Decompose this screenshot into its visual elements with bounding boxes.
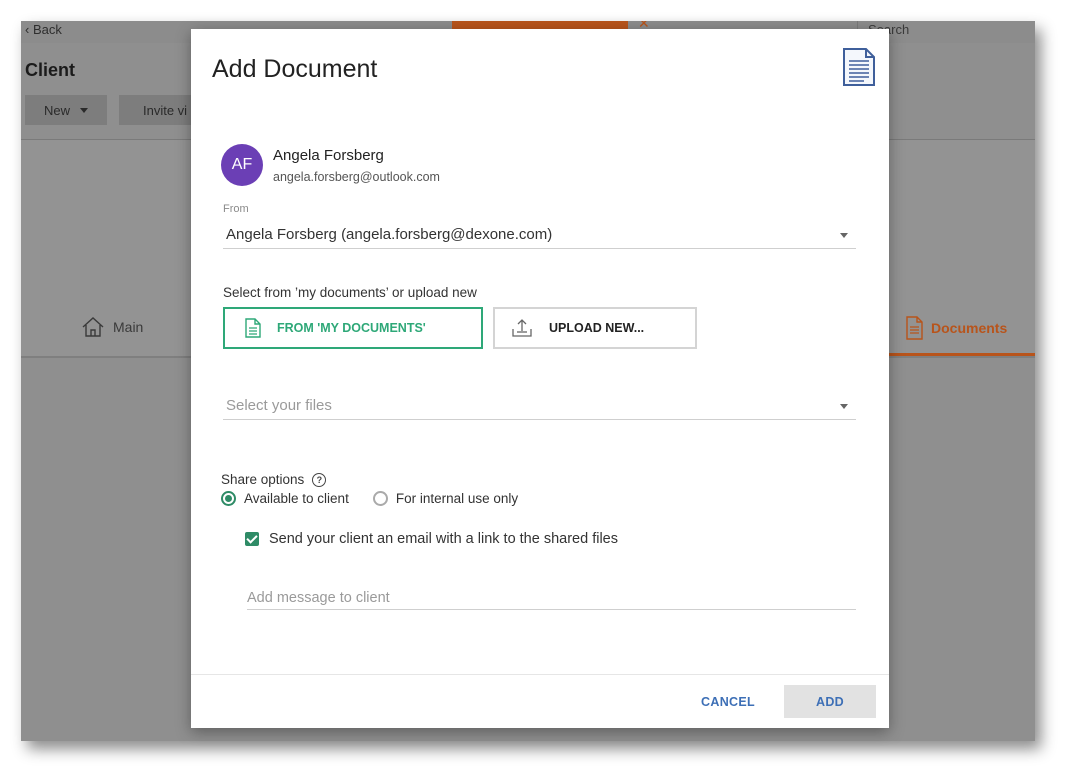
- message-input[interactable]: [247, 586, 856, 610]
- chevron-down-icon: [840, 232, 848, 238]
- tab-documents-label: Documents: [931, 320, 1008, 336]
- footer-divider: [191, 674, 889, 675]
- upload-new-button[interactable]: UPLOAD NEW...: [493, 307, 697, 349]
- share-options-radio-group: Available to client For internal use onl…: [221, 491, 518, 506]
- document-icon: [843, 48, 875, 86]
- add-document-dialog: Add Document AF Angela Forsberg angela.f…: [191, 29, 889, 728]
- from-select[interactable]: Angela Forsberg (angela.forsberg@dexone.…: [223, 221, 856, 249]
- email-checkbox-label[interactable]: Send your client an email with a link to…: [269, 531, 618, 547]
- avatar: AF: [221, 144, 263, 186]
- email-checkbox-row: Send your client an email with a link to…: [245, 531, 618, 547]
- from-label: From: [223, 203, 249, 215]
- radio-available-to-client[interactable]: [221, 491, 236, 506]
- document-icon: [906, 316, 923, 340]
- dialog-title: Add Document: [212, 55, 378, 83]
- tab-main-label: Main: [113, 319, 144, 335]
- new-button-label: New: [43, 102, 70, 118]
- upload-new-label: UPLOAD NEW...: [549, 321, 645, 335]
- email-checkbox[interactable]: [245, 532, 259, 546]
- invite-button-label: Invite vi: [143, 102, 188, 118]
- chevron-down-icon: [840, 403, 848, 409]
- tab-main[interactable]: Main: [81, 316, 143, 338]
- page-title: Client: [25, 60, 76, 80]
- client-email: angela.forsberg@outlook.com: [273, 170, 440, 184]
- radio-internal-use-only[interactable]: [372, 491, 388, 506]
- home-icon: [82, 317, 104, 337]
- from-select-value: Angela Forsberg (angela.forsberg@dexone.…: [226, 226, 553, 243]
- back-link[interactable]: ‹ Back: [25, 22, 62, 37]
- new-button[interactable]: New: [25, 95, 107, 125]
- chevron-down-icon: [80, 107, 88, 113]
- help-icon[interactable]: ?: [312, 472, 327, 487]
- tab-documents[interactable]: Documents: [887, 316, 1035, 340]
- cancel-button[interactable]: CANCEL: [688, 686, 768, 718]
- file-icon: [245, 318, 261, 338]
- radio-available-to-client-label[interactable]: Available to client: [244, 491, 349, 506]
- source-label: Select from ’my documents’ or upload new: [223, 285, 477, 300]
- background-orange-banner: [452, 21, 628, 29]
- files-select-placeholder: Select your files: [226, 397, 332, 414]
- client-name: Angela Forsberg: [273, 147, 384, 164]
- share-options-text: Share options: [221, 472, 305, 487]
- from-my-documents-label: FROM 'MY DOCUMENTS': [277, 321, 426, 335]
- from-my-documents-button[interactable]: FROM 'MY DOCUMENTS': [223, 307, 483, 349]
- share-options-label: Share options ?: [221, 472, 327, 487]
- upload-icon: [512, 319, 532, 337]
- files-select[interactable]: Select your files: [223, 392, 856, 420]
- radio-internal-use-only-label[interactable]: For internal use only: [396, 491, 518, 506]
- back-label: Back: [32, 22, 62, 37]
- add-button[interactable]: ADD: [784, 685, 876, 718]
